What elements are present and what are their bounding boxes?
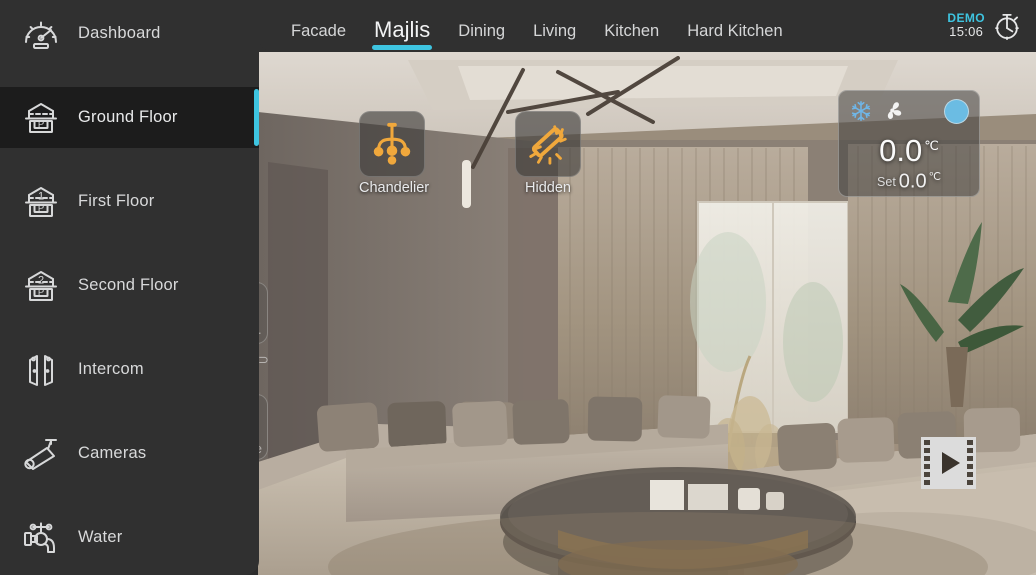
fan-icon	[887, 102, 902, 119]
device-hidden-tile[interactable]	[515, 111, 581, 177]
tab-label: Facade	[291, 21, 347, 40]
sidebar-item-water[interactable]: Water	[0, 507, 259, 568]
smart-home-app: · e ⊃ Chandelier	[0, 0, 1036, 575]
thermostat-current-temperature: 0.0 ℃	[839, 133, 979, 169]
header-inner: Facade Majlis Dining Living Kitchen Hard Kitc…	[259, 0, 1036, 52]
thermostat-widget[interactable]: 0.0 ℃ Set 0.0 ℃	[838, 90, 980, 197]
device-chandelier-tile[interactable]	[359, 111, 425, 177]
floor-p-icon: P	[25, 102, 57, 133]
room-tabs: Facade Majlis Dining Living Kitchen Hard Kitc…	[259, 0, 797, 52]
tab-label: Majlis	[374, 17, 431, 42]
tab-living[interactable]: Living	[519, 21, 590, 53]
svg-text:2: 2	[38, 274, 44, 286]
thermostat-setpoint[interactable]: Set 0.0 ℃	[839, 170, 979, 194]
sidebar-selected-indicator	[254, 89, 259, 146]
snowflake-icon	[851, 100, 871, 121]
sidebar-item-label: First Floor	[78, 192, 155, 210]
film-play-icon	[921, 437, 976, 489]
sidebar-item-ground-floor[interactable]: P Ground Floor	[0, 87, 259, 148]
sidebar-item-label: Ground Floor	[78, 108, 178, 126]
cctv-camera-icon	[14, 431, 68, 477]
sidebar-item-first-floor[interactable]: 1 P First Floor	[0, 171, 259, 232]
svg-text:P: P	[38, 287, 44, 298]
tab-dining[interactable]: Dining	[444, 21, 519, 53]
demo-label: DEMO	[947, 10, 985, 25]
sidebar-item-second-floor[interactable]: 2 P Second Floor	[0, 255, 259, 316]
sidebar-item-label: Water	[78, 528, 123, 546]
tab-kitchen[interactable]: Kitchen	[590, 21, 673, 53]
floor-1-icon: 1 P	[25, 186, 57, 217]
sidebar-item-dashboard[interactable]: Dashboard	[0, 3, 259, 64]
floor-2-icon: 2 P	[25, 270, 57, 301]
sidebar-item-label: Dashboard	[78, 24, 161, 42]
sidebar-item-label: Intercom	[78, 360, 144, 378]
water-tap-icon	[24, 521, 55, 553]
tab-hard-kitchen[interactable]: Hard Kitchen	[673, 21, 796, 53]
floor-p-icon: P	[14, 95, 68, 141]
device-hidden[interactable]: Hidden	[515, 111, 581, 196]
svg-text:P: P	[38, 203, 44, 214]
sidebar-item-intercom[interactable]: Intercom	[0, 339, 259, 400]
tab-active-underline	[372, 45, 433, 50]
thermostat-temp-unit: ℃	[924, 137, 939, 153]
tab-label: Living	[533, 21, 577, 40]
water-tap-icon	[14, 515, 68, 561]
device-chandelier[interactable]: Chandelier	[359, 111, 430, 196]
left-sidebar: Dashboard P Ground Floor 1 P First Floor…	[0, 0, 259, 575]
tab-facade[interactable]: Facade	[277, 21, 360, 53]
thermostat-set-label: Set	[877, 174, 896, 189]
floor-1-icon: 1 P	[14, 179, 68, 225]
gauge-icon	[14, 11, 68, 57]
sidebar-item-label: Second Floor	[78, 276, 179, 294]
sidebar-item-label: Cameras	[78, 444, 147, 462]
intercom-doors-icon	[14, 347, 68, 393]
sidebar-item-cameras[interactable]: Cameras	[0, 423, 259, 484]
gauge-icon	[25, 21, 57, 49]
tab-majlis[interactable]: Majlis	[360, 19, 444, 52]
demo-clock[interactable]: DEMO 15:06	[947, 0, 1022, 52]
thermostat-status-circle-icon[interactable]	[944, 99, 969, 124]
intercom-doors-icon	[29, 354, 53, 386]
hidden-widget-middle-icon: ⊃	[258, 352, 269, 367]
chandelier-icon	[373, 122, 411, 165]
video-play-button[interactable]	[921, 437, 976, 489]
thermostat-set-unit: ℃	[928, 171, 941, 183]
thermostat-set-value: 0.0	[898, 170, 927, 193]
device-chandelier-label: Chandelier	[359, 180, 430, 196]
demo-clock-text: DEMO 15:06	[947, 10, 985, 41]
clock-time: 15:06	[949, 24, 984, 40]
thermostat-temp-value: 0.0	[879, 133, 923, 168]
tab-label: Kitchen	[604, 21, 660, 40]
floor-2-icon: 2 P	[14, 263, 68, 309]
sidebar-list: Dashboard P Ground Floor 1 P First Floor…	[0, 0, 259, 568]
svg-text:1: 1	[38, 190, 44, 202]
stopwatch-icon	[995, 13, 1019, 40]
device-hidden-label: Hidden	[525, 180, 571, 196]
led-strip-light-icon	[529, 125, 567, 165]
cctv-camera-icon	[24, 438, 57, 470]
tab-label: Dining	[458, 21, 506, 40]
tab-label: Hard Kitchen	[687, 21, 783, 40]
svg-text:P: P	[38, 119, 44, 130]
